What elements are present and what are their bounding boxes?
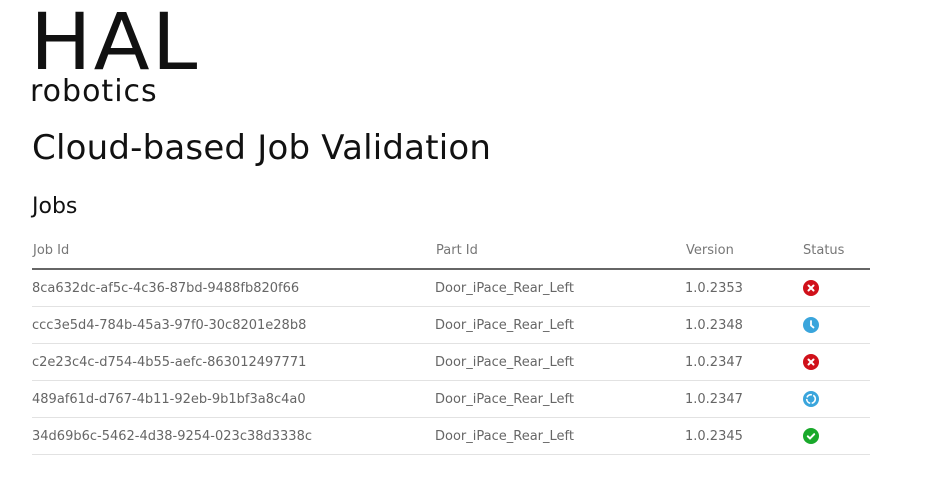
jobs-table: Job Id Part Id Version Status 8ca632dc-a… [32,232,870,455]
table-header: Job Id Part Id Version Status [32,232,870,270]
version: 1.0.2347 [685,343,802,381]
job-id: 489af61d-d767-4b11-92eb-9b1bf3a8c4a0 [32,380,435,418]
col-version: Version [685,232,802,270]
status-cell [802,306,870,344]
error-icon [803,354,819,370]
version: 1.0.2347 [685,380,802,418]
hal-robotics-logo: HAL robotics [30,4,197,107]
status-cell [802,417,870,455]
col-part-id: Part Id [435,232,685,270]
check-icon [803,428,819,444]
clock-icon [803,317,819,333]
logo-text-hal: HAL [30,0,200,88]
version: 1.0.2348 [685,306,802,344]
status-cell [802,269,870,307]
part-id: Door_iPace_Rear_Left [435,343,685,381]
part-id: Door_iPace_Rear_Left [435,417,685,455]
table-row[interactable]: c2e23c4c-d754-4b55-aefc-863012497771 Doo… [32,343,870,381]
table-row[interactable]: ccc3e5d4-784b-45a3-97f0-30c8201e28b8 Doo… [32,306,870,344]
version: 1.0.2353 [685,269,802,307]
col-status: Status [802,232,870,270]
part-id: Door_iPace_Rear_Left [435,306,685,344]
spinner-icon [803,391,819,407]
part-id: Door_iPace_Rear_Left [435,380,685,418]
job-id: ccc3e5d4-784b-45a3-97f0-30c8201e28b8 [32,306,435,344]
status-cell [802,380,870,418]
job-id: c2e23c4c-d754-4b55-aefc-863012497771 [32,343,435,381]
status-cell [802,343,870,381]
job-id: 34d69b6c-5462-4d38-9254-023c38d3338c [32,417,435,455]
table-row[interactable]: 34d69b6c-5462-4d38-9254-023c38d3338c Doo… [32,417,870,455]
table-row[interactable]: 8ca632dc-af5c-4c36-87bd-9488fb820f66 Doo… [32,269,870,307]
table-row[interactable]: 489af61d-d767-4b11-92eb-9b1bf3a8c4a0 Doo… [32,380,870,418]
col-job-id: Job Id [32,232,435,270]
page-title: Cloud-based Job Validation [32,128,492,168]
version: 1.0.2345 [685,417,802,455]
section-title: Jobs [32,194,78,219]
job-id: 8ca632dc-af5c-4c36-87bd-9488fb820f66 [32,269,435,307]
error-icon [803,280,819,296]
part-id: Door_iPace_Rear_Left [435,269,685,307]
